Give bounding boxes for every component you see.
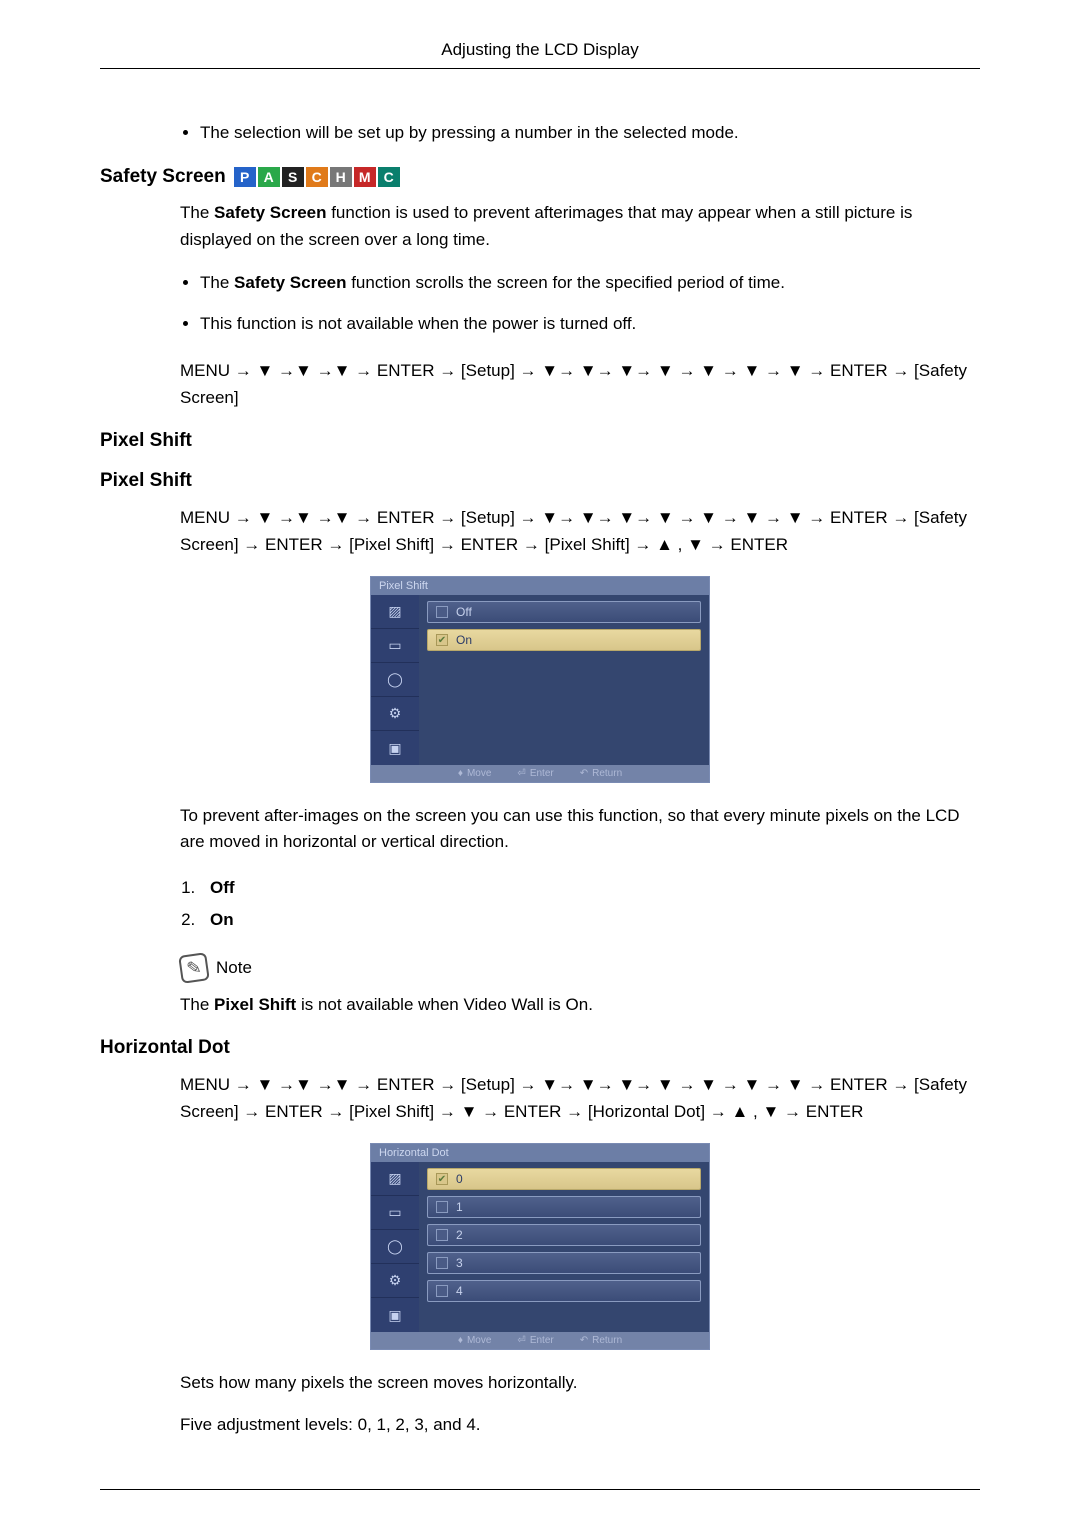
- osd-footer: ♦ Move ⏎ Enter ↶ Return: [371, 1332, 709, 1349]
- pixel-shift-desc: To prevent after-images on the screen yo…: [180, 803, 980, 856]
- note: ✎ Note: [180, 954, 980, 982]
- input-icon[interactable]: ▣: [371, 1298, 419, 1332]
- checkbox-icon: ✔: [436, 1173, 448, 1185]
- osd-footer-return: ↶ Return: [580, 1335, 622, 1346]
- horizontal-dot-desc2: Five adjustment levels: 0, 1, 2, 3, and …: [180, 1412, 980, 1438]
- list-item: Off: [200, 872, 980, 904]
- osd-option-3[interactable]: 3: [427, 1252, 701, 1274]
- osd-footer: ♦ Move ⏎ Enter ↶ Return: [371, 765, 709, 782]
- pixel-shift-menu-path: MENU → ▼ →▼ →▼ → ENTER → [Setup] → ▼→ ▼→…: [180, 504, 980, 558]
- osd-horizontal-dot: Horizontal Dot ▨ ▭ ◯ ⚙ ▣ ✔ 0 1: [370, 1143, 710, 1350]
- mode-badge-a: A: [258, 167, 280, 187]
- osd-title: Horizontal Dot: [371, 1144, 709, 1162]
- osd-footer-move: ♦ Move: [458, 1335, 492, 1346]
- horizontal-dot-menu-path: MENU → ▼ →▼ →▼ → ENTER → [Setup] → ▼→ ▼→…: [180, 1071, 980, 1125]
- note-label: Note: [216, 958, 252, 978]
- osd-nav: ▨ ▭ ◯ ⚙ ▣: [371, 595, 419, 765]
- osd-footer-enter: ⏎ Enter: [517, 768, 553, 779]
- sound-icon[interactable]: ▭: [371, 629, 419, 663]
- osd-option-off[interactable]: Off: [427, 601, 701, 623]
- mode-badge-c: C: [306, 167, 328, 187]
- osd-footer-enter: ⏎ Enter: [517, 1335, 553, 1346]
- checkbox-icon: [436, 606, 448, 618]
- input-icon[interactable]: ▣: [371, 731, 419, 765]
- mode-badges: P A S C H M C: [234, 167, 400, 187]
- osd-option-1[interactable]: 1: [427, 1196, 701, 1218]
- osd-option-4[interactable]: 4: [427, 1280, 701, 1302]
- checkbox-icon: ✔: [436, 634, 448, 646]
- sound-icon[interactable]: ▭: [371, 1196, 419, 1230]
- page-header: Adjusting the LCD Display: [100, 40, 980, 69]
- safety-screen-title: Safety Screen: [100, 166, 226, 188]
- osd-pixel-shift: Pixel Shift ▨ ▭ ◯ ⚙ ▣ Off ✔ On: [370, 576, 710, 783]
- intro-bullet: The selection will be set up by pressing…: [200, 119, 980, 146]
- checkbox-icon: [436, 1201, 448, 1213]
- osd-title: Pixel Shift: [371, 577, 709, 595]
- footer-rule: [100, 1489, 980, 1490]
- note-text: The Pixel Shift is not available when Vi…: [180, 992, 980, 1018]
- checkbox-icon: [436, 1229, 448, 1241]
- osd-option-0[interactable]: ✔ 0: [427, 1168, 701, 1190]
- pixel-shift-options-list: Off On: [200, 872, 980, 937]
- safety-screen-desc: The Safety Screen function is used to pr…: [180, 200, 980, 253]
- osd-content: ✔ 0 1 2 3: [419, 1162, 709, 1332]
- osd-footer-return: ↶ Return: [580, 768, 622, 779]
- osd-option-2[interactable]: 2: [427, 1224, 701, 1246]
- intro-bullets: The selection will be set up by pressing…: [200, 119, 980, 146]
- setup-icon[interactable]: ⚙: [371, 1264, 419, 1298]
- section-title-safety-screen: Safety Screen P A S C H M C: [100, 166, 980, 188]
- section-title-horizontal-dot: Horizontal Dot: [100, 1037, 980, 1059]
- mode-badge-p: P: [234, 167, 256, 187]
- safety-screen-menu-path: MENU → ▼ →▼ →▼ → ENTER → [Setup] → ▼→ ▼→…: [180, 357, 980, 411]
- mode-badge-m: M: [354, 167, 376, 187]
- safety-screen-bullets: The Safety Screen function scrolls the s…: [200, 269, 980, 337]
- picture-icon[interactable]: ▨: [371, 1162, 419, 1196]
- section-title-pixel-shift-1: Pixel Shift: [100, 430, 980, 452]
- section-title-pixel-shift-2: Pixel Shift: [100, 470, 980, 492]
- note-icon: ✎: [178, 952, 210, 984]
- checkbox-icon: [436, 1257, 448, 1269]
- osd-content: Off ✔ On: [419, 595, 709, 765]
- horizontal-dot-desc1: Sets how many pixels the screen moves ho…: [180, 1370, 980, 1396]
- channel-icon[interactable]: ◯: [371, 1230, 419, 1264]
- mode-badge-c2: C: [378, 167, 400, 187]
- picture-icon[interactable]: ▨: [371, 595, 419, 629]
- osd-option-on[interactable]: ✔ On: [427, 629, 701, 651]
- mode-badge-s: S: [282, 167, 304, 187]
- osd-nav: ▨ ▭ ◯ ⚙ ▣: [371, 1162, 419, 1332]
- checkbox-icon: [436, 1285, 448, 1297]
- safety-screen-bullet: The Safety Screen function scrolls the s…: [200, 269, 980, 296]
- setup-icon[interactable]: ⚙: [371, 697, 419, 731]
- channel-icon[interactable]: ◯: [371, 663, 419, 697]
- osd-footer-move: ♦ Move: [458, 768, 492, 779]
- safety-screen-bullet: This function is not available when the …: [200, 310, 980, 337]
- mode-badge-h: H: [330, 167, 352, 187]
- list-item: On: [200, 904, 980, 936]
